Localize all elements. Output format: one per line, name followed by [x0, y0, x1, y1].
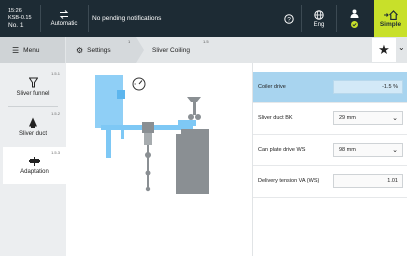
language-button[interactable]: Eng [303, 0, 335, 37]
divider [88, 5, 89, 32]
user-button[interactable] [338, 0, 370, 37]
notification-area[interactable]: No pending notifications [92, 0, 272, 37]
automatic-icon [59, 10, 69, 19]
coiler-illustration [95, 75, 209, 194]
param-label: Coiler drive [258, 84, 286, 90]
help-button[interactable]: ? [279, 0, 299, 37]
coiler-drive-value[interactable]: -1.5 % [333, 80, 403, 94]
breadcrumb-current: Sliver Coiling [152, 37, 190, 63]
sliver-can [176, 134, 209, 194]
sidebar-item-label: Adaptation [20, 168, 49, 175]
machine-time: 15:26 [8, 8, 22, 14]
simple-label: Simple [379, 20, 402, 28]
sidebar-item-adaptation[interactable]: 1.5.3 Adaptation [3, 147, 66, 184]
sidebar-item-number: 1.5.1 [51, 71, 60, 76]
favorite-button[interactable]: ★ [372, 38, 396, 62]
current-page-number: 1.5 [203, 39, 209, 44]
sidebar: 1.5.1 Sliver funnel 1.5.2 Sliver duct 1.… [0, 63, 66, 256]
machine-diagram [66, 63, 254, 256]
duct-icon [29, 117, 37, 128]
simple-mode-button[interactable]: Simple [374, 0, 407, 37]
gear-icon: ⚙ [76, 45, 84, 55]
feed-tube [106, 128, 111, 158]
dropdown-value: 98 mm [339, 147, 356, 153]
notification-text: No pending notifications [92, 15, 162, 22]
menu-button[interactable]: ☰ Menu [0, 37, 65, 63]
funnel-top [187, 97, 201, 102]
param-label: Sliver duct BK [258, 115, 293, 121]
chevron-down-icon: ⌄ [392, 147, 398, 154]
arm-drop [121, 129, 124, 139]
divider [253, 197, 407, 198]
gearbox-lower [144, 133, 152, 145]
automatic-mode-button[interactable]: Automatic [44, 0, 84, 37]
home-icon [383, 9, 398, 20]
divider [40, 5, 41, 32]
hamburger-icon: ☰ [12, 45, 20, 55]
chevron-down-icon: ⌄ [392, 115, 398, 122]
settings-label: Settings [87, 46, 111, 54]
param-row-delivery-tension[interactable]: Delivery tension VA (WS) 1.01 [253, 166, 407, 196]
sidebar-item-number: 1.5.3 [51, 150, 60, 155]
breadcrumb-arrow [136, 37, 144, 63]
param-label: Can plate drive WS [258, 147, 306, 153]
user-icon [350, 9, 358, 18]
machine-type: KSB-0.15 [8, 15, 32, 21]
sliver-duct-dropdown[interactable]: 29 mm ⌄ [333, 111, 403, 125]
can-plate [181, 129, 209, 134]
param-row-can-plate-drive[interactable]: Can plate drive WS 98 mm ⌄ [253, 135, 407, 165]
machine-info[interactable]: 15:26 KSB-0.15 No. 1 [0, 0, 38, 37]
adaptation-icon [29, 156, 40, 166]
breadcrumb-settings[interactable]: ⚙ Settings 1 [66, 37, 136, 63]
param-label: Delivery tension VA (WS) [258, 178, 320, 184]
help-icon: ? [284, 13, 294, 24]
check-status-icon [350, 21, 358, 28]
sidebar-item-number: 1.5.2 [51, 111, 60, 116]
gearbox [142, 122, 154, 133]
settings-number: 1 [128, 39, 131, 44]
breadcrumb: ☰ Menu ⚙ Settings 1 Sliver Coiling 1.5 ★… [0, 37, 407, 63]
coiler-housing [95, 75, 123, 128]
star-icon: ★ [378, 42, 390, 57]
chevron-down-icon[interactable]: ⌄ [398, 43, 405, 52]
arm-head [178, 120, 196, 126]
divider [8, 106, 58, 107]
top-bar: 15:26 KSB-0.15 No. 1 Automatic No pendin… [0, 0, 407, 37]
automatic-label: Automatic [50, 21, 78, 27]
machine-number: No. 1 [8, 22, 24, 29]
funnel-icon [28, 77, 38, 87]
current-page-label: Sliver Coiling [152, 46, 190, 54]
sidebar-item-label: Sliver funnel [16, 90, 50, 97]
sidebar-item-sliver-funnel[interactable]: 1.5.1 Sliver funnel [0, 68, 66, 105]
dropdown-value: 29 mm [339, 115, 356, 121]
sidebar-item-label: Sliver duct [18, 130, 47, 137]
param-row-coiler-drive[interactable]: Coiler drive -1.5 % [253, 72, 407, 102]
globe-icon [314, 9, 324, 20]
param-row-sliver-duct[interactable]: Sliver duct BK 29 mm ⌄ [253, 103, 407, 133]
can-plate-dropdown[interactable]: 98 mm ⌄ [333, 143, 403, 157]
language-label: Eng [313, 21, 325, 28]
delivery-tension-value[interactable]: 1.01 [333, 174, 403, 188]
divider [301, 5, 302, 32]
sidebar-item-sliver-duct[interactable]: 1.5.2 Sliver duct [0, 108, 66, 145]
housing-block [117, 90, 125, 99]
gauge-icon [132, 77, 146, 91]
menu-label: Menu [23, 46, 40, 54]
divider [336, 5, 337, 32]
svg-text:?: ? [287, 16, 291, 23]
